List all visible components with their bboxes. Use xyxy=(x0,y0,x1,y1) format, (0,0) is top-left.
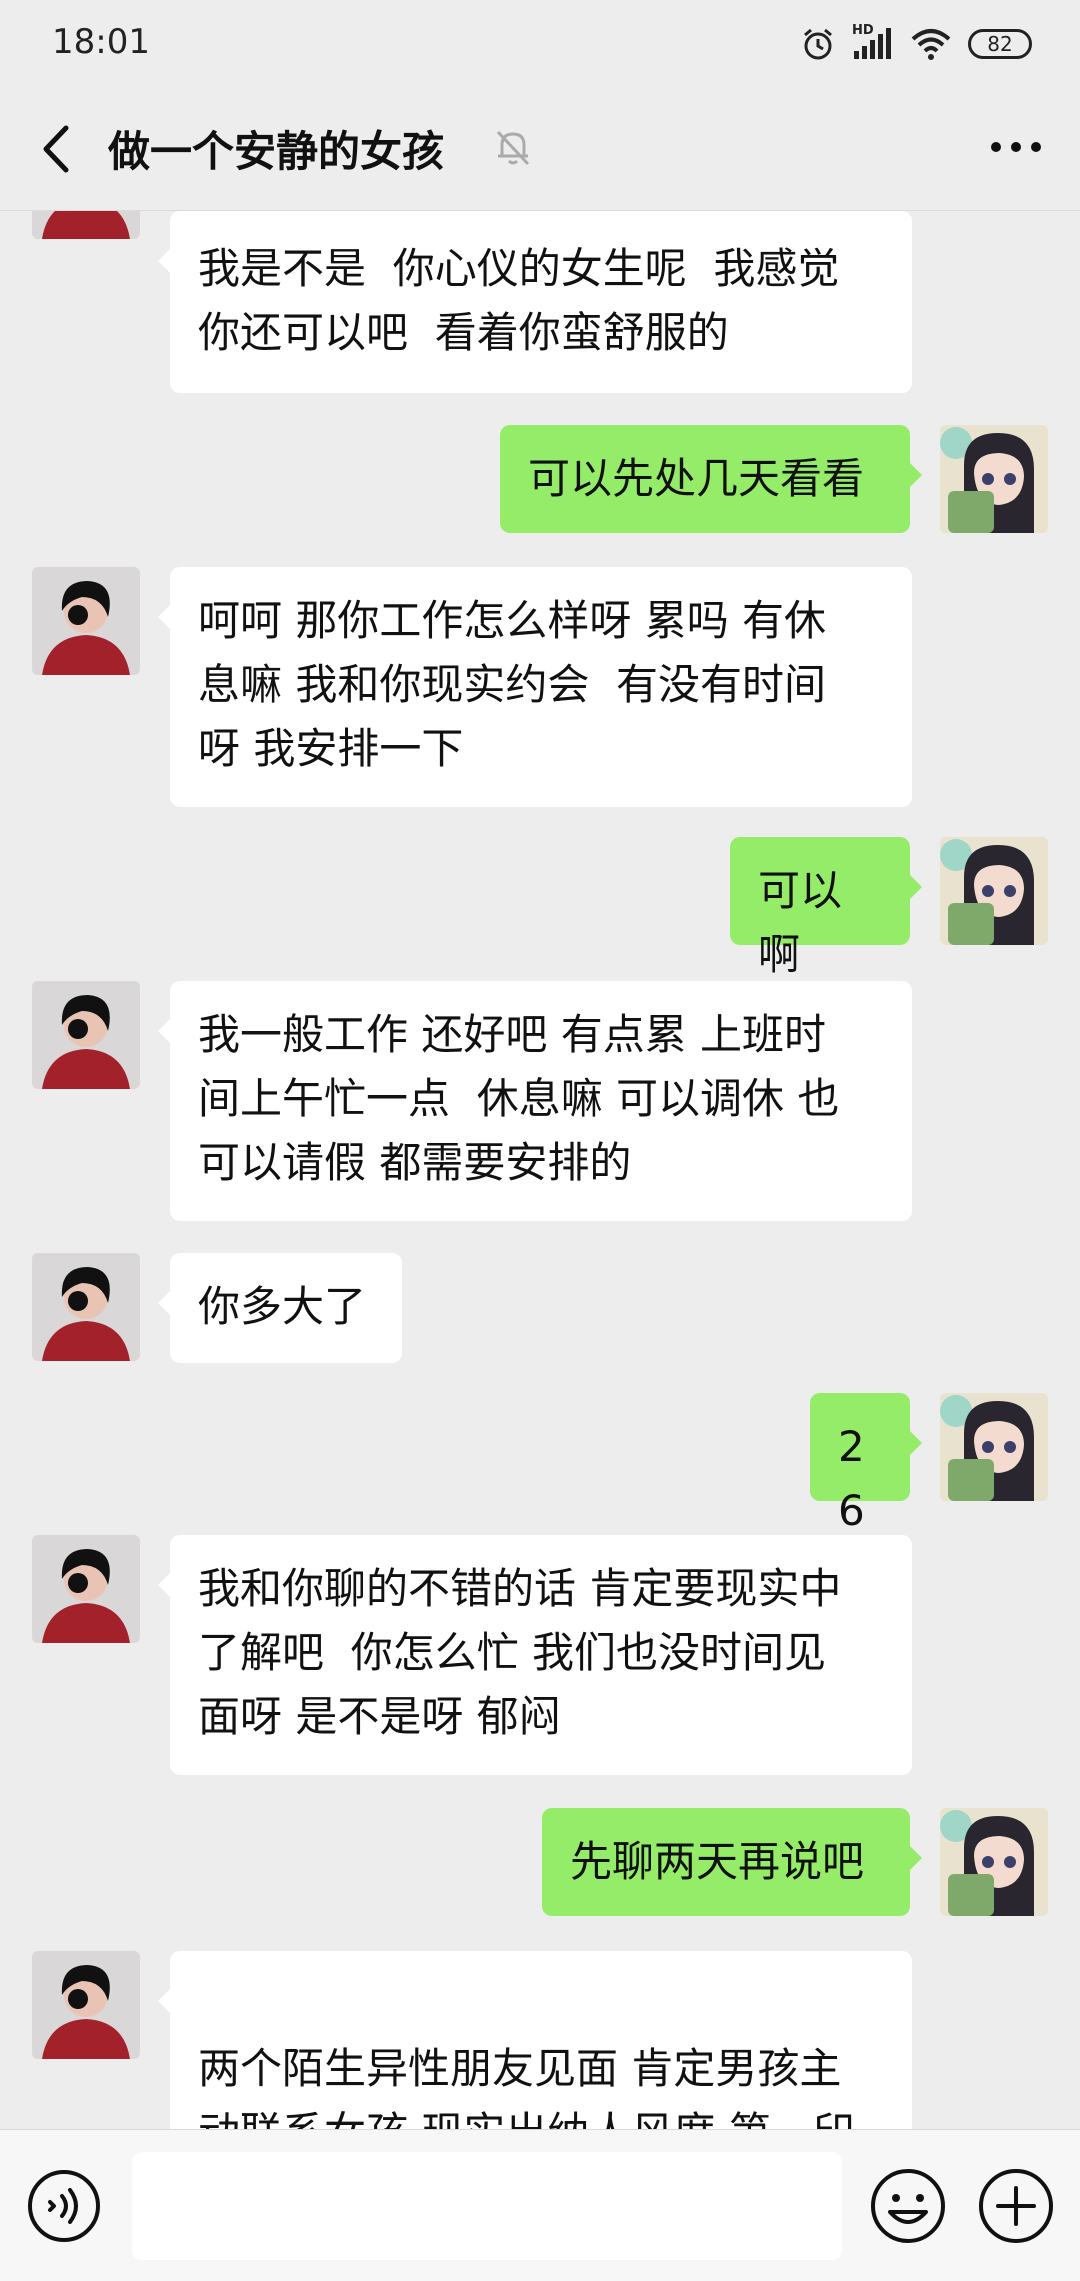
message-bubble[interactable]: 先聊两天再说吧 xyxy=(542,1808,922,1916)
status-icons: HD 82 xyxy=(800,20,1032,68)
message-bubble[interactable]: 两个陌生异性朋友见面 肯定男孩主 动联系女孩 现实出纳人风度 第一印 xyxy=(158,1951,912,2129)
network-label: HD xyxy=(852,23,874,38)
contact-avatar[interactable] xyxy=(32,981,140,1089)
status-time: 18:01 xyxy=(52,22,150,62)
message-outgoing: 先聊两天再说吧 xyxy=(0,1808,1080,1916)
contact-avatar[interactable] xyxy=(32,211,140,239)
contact-avatar[interactable] xyxy=(32,1253,140,1361)
message-bubble[interactable]: 我一般工作 还好吧 有点累 上班时 间上午忙一点 休息嘛 可以调休 也 可以请假… xyxy=(158,981,912,1221)
bell-muted-icon xyxy=(496,130,530,166)
contact-avatar[interactable] xyxy=(32,1951,140,2059)
message-incoming: 我和你聊的不错的话 肯定要现实中 了解吧 你怎么忙 我们也没时间见 面呀 是不是… xyxy=(0,1535,1080,1775)
my-avatar[interactable] xyxy=(940,837,1048,945)
message-outgoing: 可以先处几天看看 xyxy=(0,425,1080,533)
message-incoming: 你多大了 xyxy=(0,1253,1080,1363)
battery-indicator: 82 xyxy=(968,29,1032,59)
my-avatar[interactable] xyxy=(940,1393,1048,1501)
message-incoming: 呵呵 那你工作怎么样呀 累吗 有休 息嘛 我和你现实约会 有没有时间 呀 我安排… xyxy=(0,567,1080,807)
message-bubble[interactable]: 我是不是 你心仪的女生呢 我感觉 你还可以吧 看着你蛮舒服的 xyxy=(158,211,912,393)
voice-icon[interactable] xyxy=(26,2168,102,2244)
message-bubble[interactable]: 你多大了 xyxy=(158,1253,402,1363)
chat-header: 做一个安静的女孩 xyxy=(0,88,1080,211)
my-avatar[interactable] xyxy=(940,1808,1048,1916)
message-bubble[interactable]: 可以啊 xyxy=(730,837,922,979)
plus-icon[interactable] xyxy=(976,2166,1056,2246)
message-incoming: 两个陌生异性朋友见面 肯定男孩主 动联系女孩 现实出纳人风度 第一印 xyxy=(0,1951,1080,2129)
message-outgoing: 26 xyxy=(0,1393,1080,1535)
message-input[interactable] xyxy=(132,2152,842,2260)
alarm-icon xyxy=(804,28,832,60)
message-incoming: 我一般工作 还好吧 有点累 上班时 间上午忙一点 休息嘛 可以调休 也 可以请假… xyxy=(0,981,1080,1221)
message-bubble[interactable]: 26 xyxy=(810,1393,922,1535)
contact-avatar[interactable] xyxy=(32,1535,140,1643)
wifi-icon xyxy=(911,29,951,60)
emoji-icon[interactable] xyxy=(868,2166,948,2246)
my-avatar[interactable] xyxy=(940,425,1048,533)
message-bubble[interactable]: 可以先处几天看看 xyxy=(500,425,922,533)
chevron-left-icon[interactable] xyxy=(28,114,88,184)
chat-title: 做一个安静的女孩 xyxy=(108,127,445,176)
chat-messages[interactable]: 我是不是 你心仪的女生呢 我感觉 你还可以吧 看着你蛮舒服的 可以先处几天看看 … xyxy=(0,211,1080,2129)
message-bubble[interactable]: 我和你聊的不错的话 肯定要现实中 了解吧 你怎么忙 我们也没时间见 面呀 是不是… xyxy=(158,1535,912,1775)
message-outgoing: 可以啊 xyxy=(0,837,1080,979)
more-dots-icon[interactable] xyxy=(986,122,1046,172)
message-bubble[interactable]: 呵呵 那你工作怎么样呀 累吗 有休 息嘛 我和你现实约会 有没有时间 呀 我安排… xyxy=(158,567,912,807)
status-bar: 18:01 HD 82 xyxy=(0,0,1080,88)
contact-avatar[interactable] xyxy=(32,567,140,675)
signal-icon: HD xyxy=(852,23,894,61)
input-bar xyxy=(0,2129,1080,2281)
